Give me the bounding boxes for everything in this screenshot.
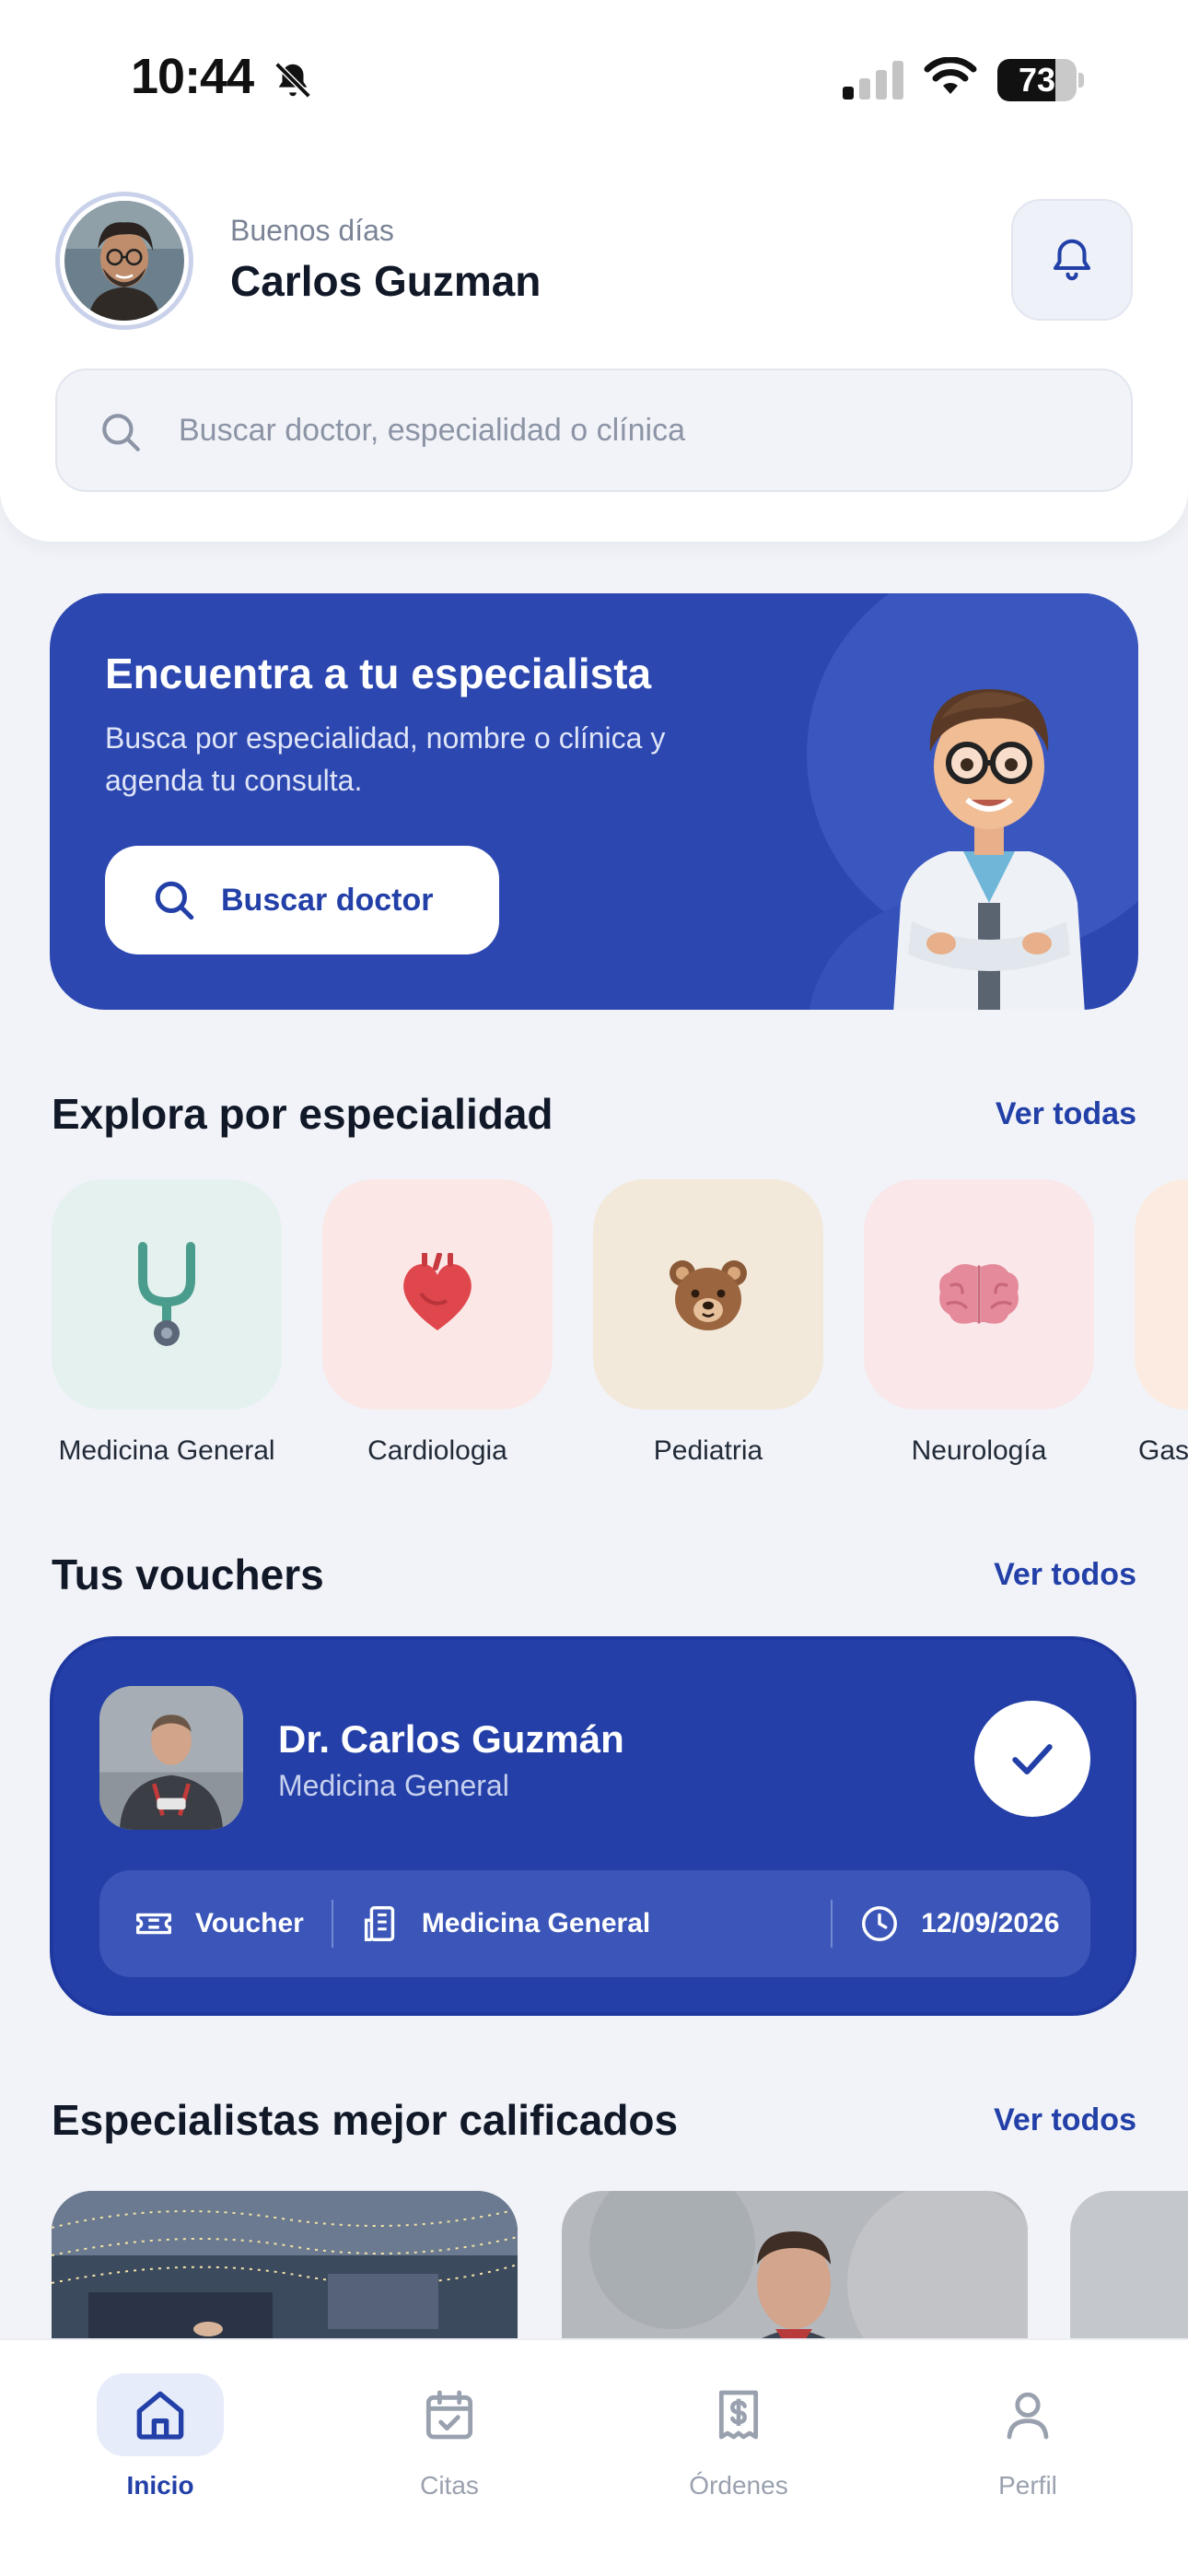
wifi-icon <box>924 57 977 94</box>
checkmark-icon <box>1012 1744 1053 1775</box>
nav-label: Inicio <box>126 2471 194 2500</box>
stethoscope-icon <box>138 1242 195 1346</box>
search-doctor-button[interactable]: Buscar doctor <box>105 846 499 954</box>
home-icon <box>136 2391 184 2440</box>
specialties-carousel[interactable]: Medicina General Cardiologia Pediatria N… <box>0 1179 1188 1474</box>
banner-subtitle: Busca por especialidad, nombre o clínica… <box>105 721 666 797</box>
notifications-button[interactable] <box>1011 199 1133 321</box>
search-icon <box>155 881 194 920</box>
specialty-cardiologia[interactable]: Cardiologia <box>322 1179 553 1467</box>
specialty-label: Gas <box>1138 1435 1188 1466</box>
specialty-neurologia[interactable]: Neurología <box>864 1179 1094 1467</box>
nav-tab-inicio[interactable]: Inicio <box>68 2373 252 2500</box>
specialty-medicina-general[interactable]: Medicina General <box>52 1179 282 1467</box>
specialties-see-all-link[interactable]: Ver todas <box>996 1096 1136 1132</box>
search-icon <box>102 414 140 451</box>
silent-mode-icon <box>274 62 311 99</box>
bell-icon <box>1053 239 1091 281</box>
calendar-check-icon <box>425 2390 473 2440</box>
top-specialists-section-title: Especialistas mejor calificados <box>52 2096 679 2144</box>
nav-label: Citas <box>420 2471 479 2500</box>
search-bar[interactable]: Buscar doctor, especialidad o clínica <box>55 369 1133 492</box>
specialist-photo <box>52 2191 518 2338</box>
nav-label: Órdenes <box>689 2471 788 2500</box>
specialty-label: Cardiologia <box>367 1435 507 1466</box>
voucher-type: Voucher <box>133 1870 304 1977</box>
header-card: 10:44 73 Buenos días Carlos Guzman Busca… <box>0 0 1188 542</box>
voucher-card[interactable]: Dr. Carlos Guzmán Medicina General Vouch… <box>50 1636 1136 2016</box>
top-specialists-see-all-link[interactable]: Ver todos <box>994 2102 1136 2138</box>
specialist-card[interactable] <box>1070 2191 1188 2338</box>
heart-icon <box>403 1253 472 1330</box>
brain-icon <box>939 1264 1019 1324</box>
bottom-navigation: Inicio Citas Órdenes Perfil <box>0 2338 1188 2576</box>
specialty-label: Medicina General <box>58 1435 275 1466</box>
voucher-type-label: Voucher <box>195 1908 304 1938</box>
battery-level: 73 <box>1018 61 1056 99</box>
voucher-status-badge <box>974 1701 1090 1817</box>
user-photo <box>64 201 184 321</box>
voucher-date-label: 12/09/2026 <box>921 1908 1060 1938</box>
person-icon <box>1007 2392 1049 2440</box>
search-doctor-label: Buscar doctor <box>221 882 434 918</box>
voucher-doctor-name: Dr. Carlos Guzmán <box>278 1717 624 1761</box>
receipt-icon <box>718 2390 759 2440</box>
building-icon <box>364 1906 394 1941</box>
top-specialists-carousel[interactable] <box>0 2191 1188 2338</box>
nav-tab-citas[interactable]: Citas <box>357 2373 542 2500</box>
search-input[interactable]: Buscar doctor, especialidad o clínica <box>179 413 685 449</box>
teddy-bear-icon <box>670 1260 747 1330</box>
specialist-card[interactable] <box>52 2191 518 2338</box>
voucher-department-label: Medicina General <box>421 1908 651 1938</box>
specialist-photo <box>562 2191 1028 2338</box>
voucher-department: Medicina General <box>359 1870 650 1977</box>
specialty-label: Pediatria <box>653 1435 763 1466</box>
nav-label: Perfil <box>998 2471 1057 2500</box>
voucher-date: 12/09/2026 <box>858 1870 1059 1977</box>
vouchers-see-all-link[interactable]: Ver todos <box>994 1557 1136 1593</box>
clock-icon <box>862 1906 898 1941</box>
specialty-label: Neurología <box>911 1435 1047 1466</box>
nav-tab-perfil[interactable]: Perfil <box>936 2373 1120 2500</box>
banner-title: Encuentra a tu especialista <box>105 650 652 697</box>
specialty-gastroenterologia[interactable]: Gas <box>1135 1179 1188 1467</box>
specialties-section-title: Explora por especialidad <box>52 1090 553 1138</box>
status-time: 10:44 <box>131 49 254 104</box>
doctor-illustration <box>893 689 1085 1010</box>
voucher-details-bar: Voucher Medicina General 12/09/2026 <box>99 1870 1090 1977</box>
specialist-card[interactable] <box>562 2191 1028 2338</box>
doctor-photo <box>99 1686 243 1830</box>
status-bar: 10:44 73 <box>0 0 1188 157</box>
specialty-pediatria[interactable]: Pediatria <box>593 1179 823 1467</box>
greeting-text: Buenos días <box>230 214 394 247</box>
battery-indicator: 73 <box>997 59 1084 101</box>
user-avatar[interactable] <box>55 192 193 330</box>
voucher-doctor-specialty: Medicina General <box>278 1769 509 1802</box>
nav-tab-ordenes[interactable]: Órdenes <box>646 2373 831 2500</box>
find-specialist-banner: Encuentra a tu especialista Busca por es… <box>50 593 1138 1010</box>
cellular-signal-icon <box>843 61 903 100</box>
ticket-icon <box>136 1913 171 1935</box>
vouchers-section-title: Tus vouchers <box>52 1551 324 1598</box>
user-name: Carlos Guzman <box>230 257 542 305</box>
